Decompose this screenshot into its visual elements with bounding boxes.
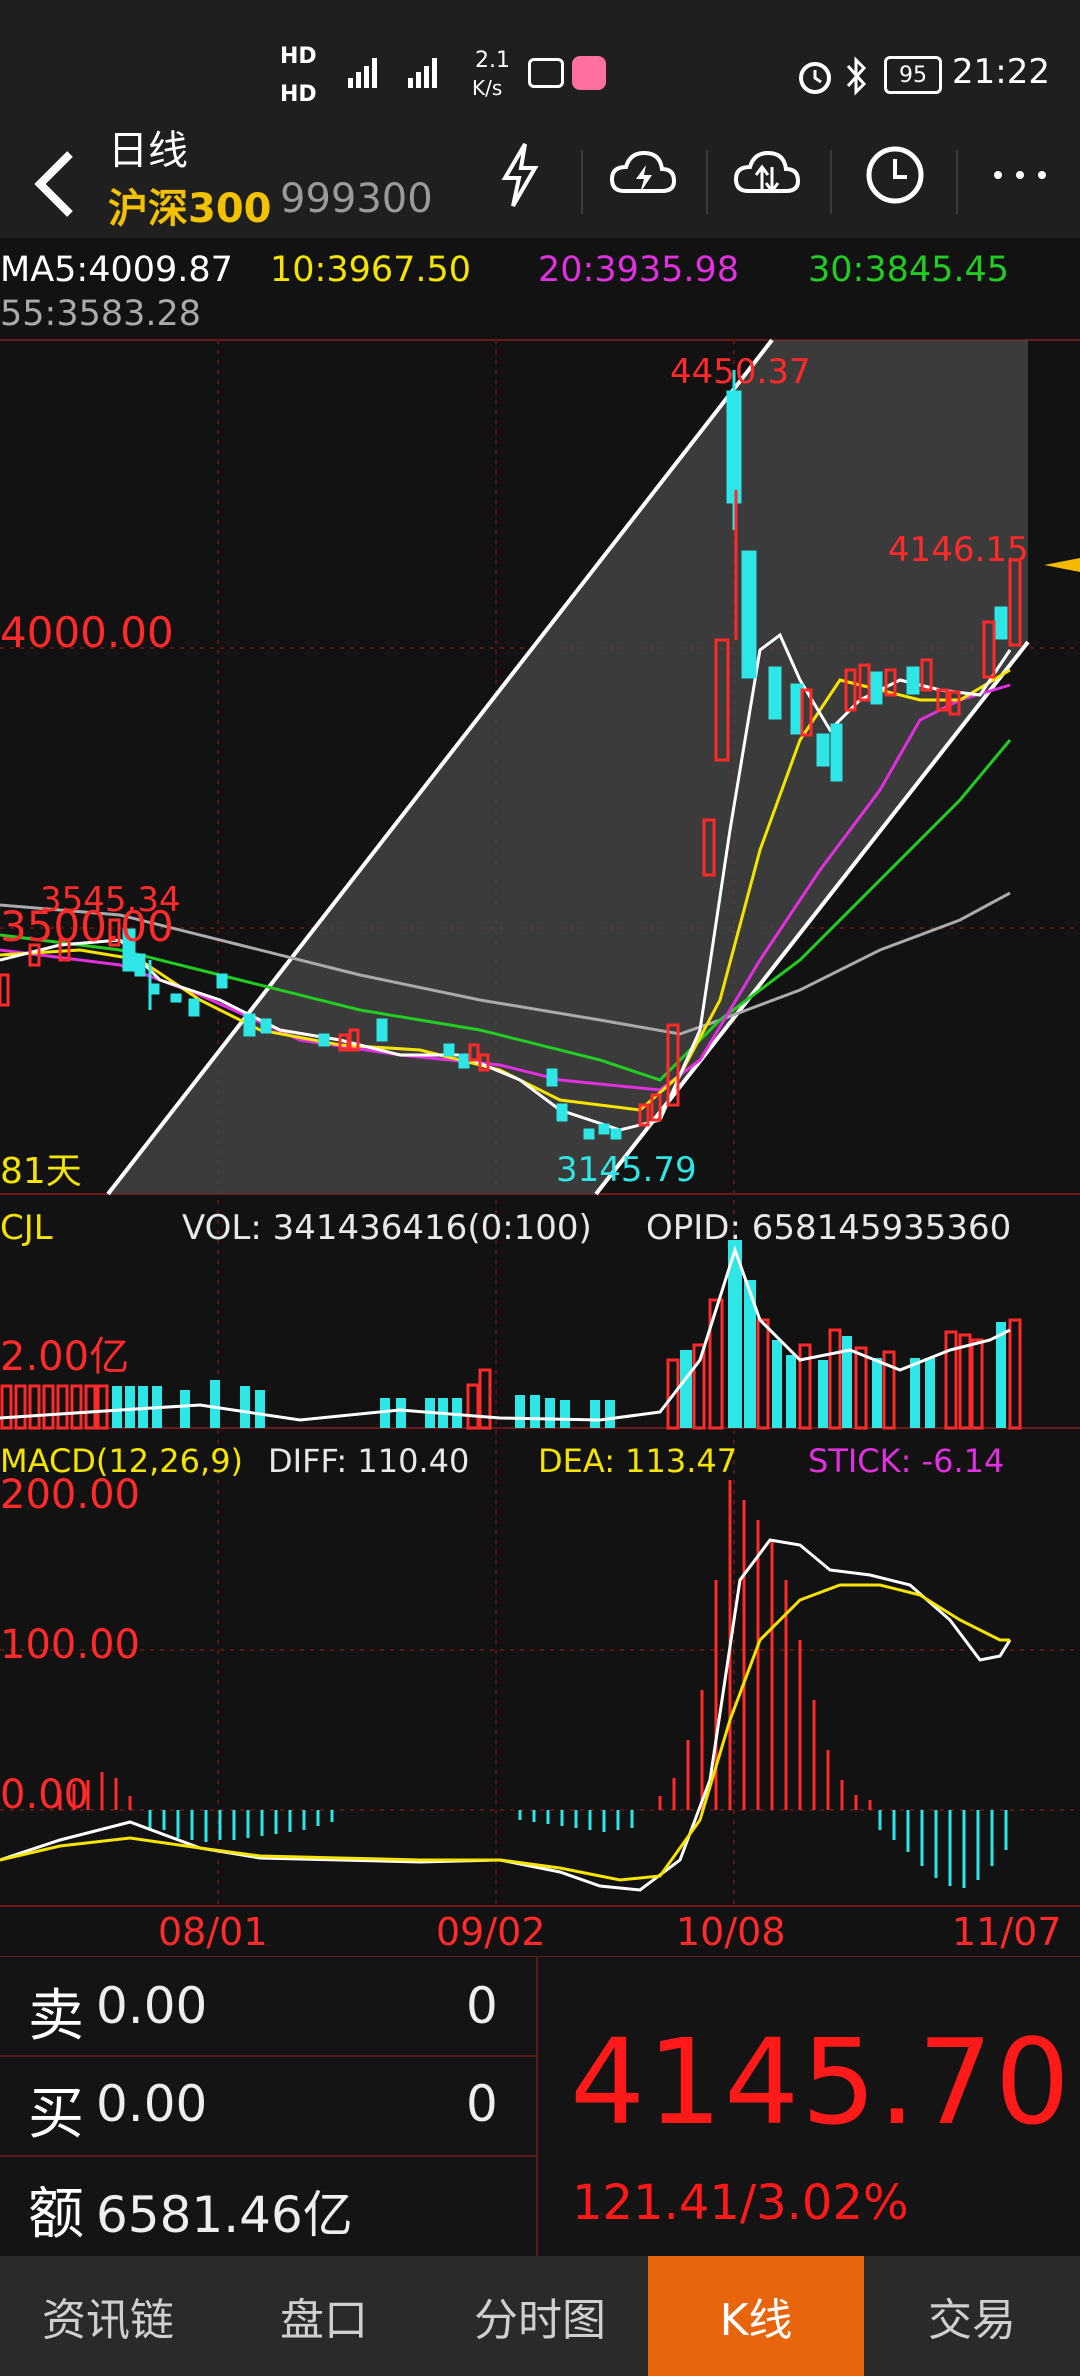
alarm-icon (799, 62, 831, 94)
status-bar: HD HD 2.1 K/s 95 21:22 (0, 0, 1080, 130)
clock: 21:22 (952, 52, 1050, 92)
volume-value: VOL: 341436416(0:100) (182, 1208, 592, 1248)
date-label: 10/08 (676, 1910, 786, 1954)
tab-intraday[interactable]: 分时图 (432, 2256, 648, 2376)
lightning-icon[interactable] (475, 130, 565, 220)
ma30-label: 30:3845.45 (808, 250, 1010, 290)
divider (0, 2055, 536, 2057)
macd-level-200: 200.00 (0, 1472, 140, 1518)
header: 日线 沪深300 999300 (0, 128, 1080, 238)
volume-title: CJL (0, 1208, 53, 1248)
net-speed: 2.1 (475, 48, 510, 73)
hd2-indicator: HD (280, 82, 317, 107)
bluetooth-icon (846, 56, 867, 96)
buy-qty: 0 (466, 2075, 498, 2133)
back-icon[interactable] (22, 144, 82, 224)
date-label: 09/02 (436, 1910, 546, 1954)
divider (0, 2155, 536, 2157)
divider (581, 150, 583, 214)
index-code: 999300 (280, 176, 433, 222)
bottom-tab-bar: 资讯链 盘口 分时图 K线 交易 (0, 2256, 1080, 2376)
kline-chart[interactable] (0, 330, 1080, 1960)
macd-level-0: 0.00 (0, 1772, 90, 1818)
macd-level-100: 100.00 (0, 1622, 140, 1668)
date-label: 08/01 (158, 1910, 268, 1954)
bilibili-icon (572, 56, 606, 90)
divider (830, 150, 832, 214)
divider (956, 150, 958, 214)
amount-value: 6581.46亿 (96, 2186, 353, 2244)
cloud-sync-icon[interactable] (722, 130, 812, 220)
price-level-3500: 3500.00 (0, 902, 174, 951)
more-icon[interactable] (975, 130, 1065, 220)
sell-label: 卖 (28, 1984, 84, 2049)
battery-indicator: 95 (884, 56, 942, 94)
recent-price-label: 4146.15 (888, 530, 1029, 570)
last-price: 4145.70 (570, 2013, 1072, 2151)
low-price-label: 3145.79 (556, 1150, 697, 1190)
net-speed-unit: K/s (472, 76, 503, 100)
ma5-label: MA5:4009.87 (0, 250, 233, 290)
buy-label: 买 (28, 2082, 84, 2147)
ma20-label: 20:3935.98 (538, 250, 740, 290)
tab-orderbook[interactable]: 盘口 (216, 2256, 432, 2376)
clock-icon[interactable] (850, 130, 940, 220)
days-label: 81天 (0, 1151, 82, 1192)
cloud-flash-icon[interactable] (598, 130, 688, 220)
opid-value: OPID: 658145935360 (646, 1208, 1012, 1248)
page-title: 日线 (108, 128, 188, 174)
price-level-4000: 4000.00 (0, 608, 174, 657)
volume-level: 2.00亿 (0, 1334, 130, 1380)
price-change: 121.41/3.02% (572, 2175, 909, 2231)
tv-icon (528, 58, 564, 88)
date-label: 11/07 (952, 1910, 1062, 1954)
macd-stick: STICK: -6.14 (808, 1442, 1005, 1480)
ma55-label: 55:3583.28 (0, 294, 202, 334)
buy-price: 0.00 (96, 2075, 208, 2133)
tab-kline[interactable]: K线 (648, 2256, 864, 2376)
sell-qty: 0 (466, 1977, 498, 2035)
signal-icon (348, 58, 437, 88)
high-price-label: 4450.37 (670, 352, 811, 392)
index-name: 沪深300 (108, 186, 272, 232)
quote-panel: 卖 0.00 0 买 0.00 0 额 6581.46亿 4145.70 121… (0, 1956, 1080, 2257)
divider (536, 1957, 538, 2257)
sell-price: 0.00 (96, 1977, 208, 2035)
divider (706, 150, 708, 214)
macd-dea: DEA: 113.47 (538, 1442, 738, 1480)
tab-news[interactable]: 资讯链 (0, 2256, 216, 2376)
macd-diff: DIFF: 110.40 (268, 1442, 470, 1480)
hd1-indicator: HD (280, 44, 317, 69)
tab-trade[interactable]: 交易 (864, 2256, 1080, 2376)
amount-label: 额 (28, 2182, 84, 2247)
ma10-label: 10:3967.50 (270, 250, 472, 290)
